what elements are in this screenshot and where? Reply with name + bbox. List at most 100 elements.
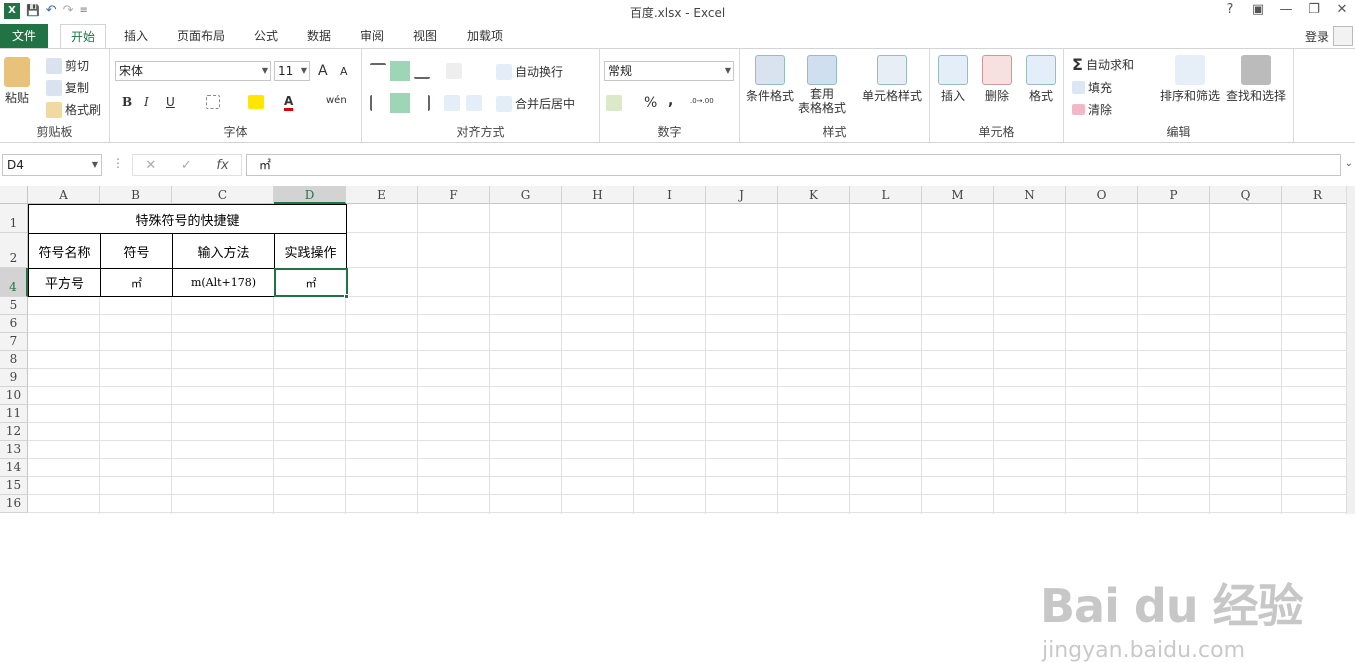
number-format-select[interactable]: 常规 ▼ [604, 61, 734, 81]
column-header-d[interactable]: D [274, 186, 346, 204]
align-top-icon[interactable] [370, 63, 386, 79]
fill-color-button[interactable] [248, 95, 264, 109]
column-header-h[interactable]: H [562, 186, 634, 204]
find-select-button[interactable]: 查找和选择 [1226, 55, 1286, 104]
tab-page-layout[interactable]: 页面布局 [170, 24, 232, 48]
login-link[interactable]: 登录 [1305, 28, 1329, 45]
fill-button[interactable]: 填充 [1072, 79, 1112, 96]
cancel-icon[interactable]: ✕ [145, 158, 156, 173]
accounting-format-button[interactable] [606, 95, 622, 111]
row-header-11[interactable]: 11 [0, 405, 28, 423]
row-header-4[interactable]: 4 [0, 268, 28, 297]
autosum-button[interactable]: Σ 自动求和 [1072, 55, 1134, 74]
tab-home[interactable]: 开始 [60, 24, 106, 49]
format-painter-button[interactable]: 格式刷 [46, 101, 101, 118]
border-button[interactable] [206, 95, 220, 109]
font-size-select[interactable]: 11 ▼ [274, 61, 310, 81]
column-header-j[interactable]: J [706, 186, 778, 204]
row-header-12[interactable]: 12 [0, 423, 28, 441]
merge-center-button[interactable]: 合并后居中 [496, 95, 575, 112]
enter-icon[interactable]: ✓ [181, 158, 192, 173]
column-header-r[interactable]: R [1282, 186, 1354, 204]
table-title-cell[interactable]: 特殊符号的快捷键 [28, 204, 347, 234]
column-header-e[interactable]: E [346, 186, 418, 204]
increase-indent-icon[interactable] [466, 95, 482, 111]
percent-button[interactable]: % [644, 95, 657, 111]
italic-button[interactable]: I [144, 95, 149, 109]
format-cells-button[interactable]: 格式 [1026, 55, 1056, 104]
row-header-2[interactable]: 2 [0, 233, 28, 268]
align-bottom-icon[interactable] [414, 63, 430, 79]
bold-button[interactable]: B [122, 95, 132, 109]
minimize-button[interactable]: — [1279, 2, 1293, 17]
column-header-m[interactable]: M [922, 186, 994, 204]
insert-function-icon[interactable]: fx [216, 158, 228, 173]
row-header-13[interactable]: 13 [0, 441, 28, 459]
orientation-icon[interactable] [446, 63, 462, 79]
data-cell-input-method[interactable]: m(Alt+178) [172, 268, 275, 297]
column-header-l[interactable]: L [850, 186, 922, 204]
fill-handle[interactable] [344, 294, 349, 299]
restore-button[interactable]: ❐ [1307, 2, 1321, 17]
align-center-icon[interactable] [390, 93, 410, 113]
row-header-6[interactable]: 6 [0, 315, 28, 333]
row-header-7[interactable]: 7 [0, 333, 28, 351]
row-header-5[interactable]: 5 [0, 297, 28, 315]
sort-filter-button[interactable]: 排序和筛选 [1160, 55, 1220, 104]
row-header-8[interactable]: 8 [0, 351, 28, 369]
column-header-n[interactable]: N [994, 186, 1066, 204]
row-header-14[interactable]: 14 [0, 459, 28, 477]
column-header-i[interactable]: I [634, 186, 706, 204]
data-cell-square-symbol[interactable]: ㎡ [100, 268, 173, 297]
expand-formula-bar-icon[interactable]: ⌄ [1345, 158, 1353, 169]
row-header-1[interactable]: 1 [0, 204, 28, 233]
column-header-g[interactable]: G [490, 186, 562, 204]
close-button[interactable]: ✕ [1335, 2, 1349, 17]
header-cell-input-method[interactable]: 输入方法 [172, 233, 275, 269]
phonetic-button[interactable]: wén [326, 95, 347, 106]
increase-decimal-button[interactable]: .0→.00 [690, 97, 714, 105]
tab-review[interactable]: 审阅 [350, 24, 394, 48]
tab-insert[interactable]: 插入 [114, 24, 158, 48]
column-header-b[interactable]: B [100, 186, 172, 204]
column-header-o[interactable]: O [1066, 186, 1138, 204]
clear-button[interactable]: 清除 [1072, 101, 1112, 118]
align-right-icon[interactable] [414, 95, 430, 111]
font-color-button[interactable]: A [284, 93, 294, 111]
row-header-10[interactable]: 10 [0, 387, 28, 405]
vertical-scrollbar[interactable] [1346, 186, 1355, 514]
shrink-font-button[interactable]: A [340, 65, 348, 78]
tab-data[interactable]: 数据 [297, 24, 341, 48]
underline-button[interactable]: U [166, 95, 175, 109]
select-all-corner[interactable] [0, 186, 28, 204]
spreadsheet-grid[interactable]: ABCDEFGHIJKLMNOPQR 1 2 4 5 6 7 8 9 10 11 12 13 14 15 1… [0, 186, 1355, 663]
delete-cells-button[interactable]: 删除 [982, 55, 1012, 104]
align-middle-icon[interactable] [390, 61, 410, 81]
align-left-icon[interactable] [370, 95, 386, 111]
name-box[interactable]: D4 ▼ [2, 154, 102, 176]
tab-addins[interactable]: 加载项 [458, 24, 512, 48]
insert-cells-button[interactable]: 插入 [938, 55, 968, 104]
header-cell-practice[interactable]: 实践操作 [274, 233, 347, 269]
copy-button[interactable]: 复制 [46, 79, 89, 96]
cut-button[interactable]: 剪切 [46, 57, 89, 74]
column-header-k[interactable]: K [778, 186, 850, 204]
tab-view[interactable]: 视图 [403, 24, 447, 48]
column-header-q[interactable]: Q [1210, 186, 1282, 204]
header-cell-symbol[interactable]: 符号 [100, 233, 173, 269]
ribbon-display-button[interactable]: ▣ [1251, 2, 1265, 17]
row-header-9[interactable]: 9 [0, 369, 28, 387]
conditional-formatting-button[interactable]: 条件格式 [746, 55, 794, 104]
comma-button[interactable]: , [668, 93, 673, 109]
column-header-p[interactable]: P [1138, 186, 1210, 204]
tab-file[interactable]: 文件 [0, 24, 48, 48]
avatar[interactable] [1333, 26, 1353, 46]
column-header-a[interactable]: A [28, 186, 100, 204]
active-cell-d4[interactable]: ㎡ [274, 268, 348, 297]
format-as-table-button[interactable]: 套用 表格格式 [798, 55, 846, 115]
row-header-16[interactable]: 16 [0, 495, 28, 513]
formula-input[interactable]: ㎡ [246, 154, 1341, 176]
wrap-text-button[interactable]: 自动换行 [496, 63, 563, 80]
column-header-c[interactable]: C [172, 186, 274, 204]
tab-formulas[interactable]: 公式 [244, 24, 288, 48]
